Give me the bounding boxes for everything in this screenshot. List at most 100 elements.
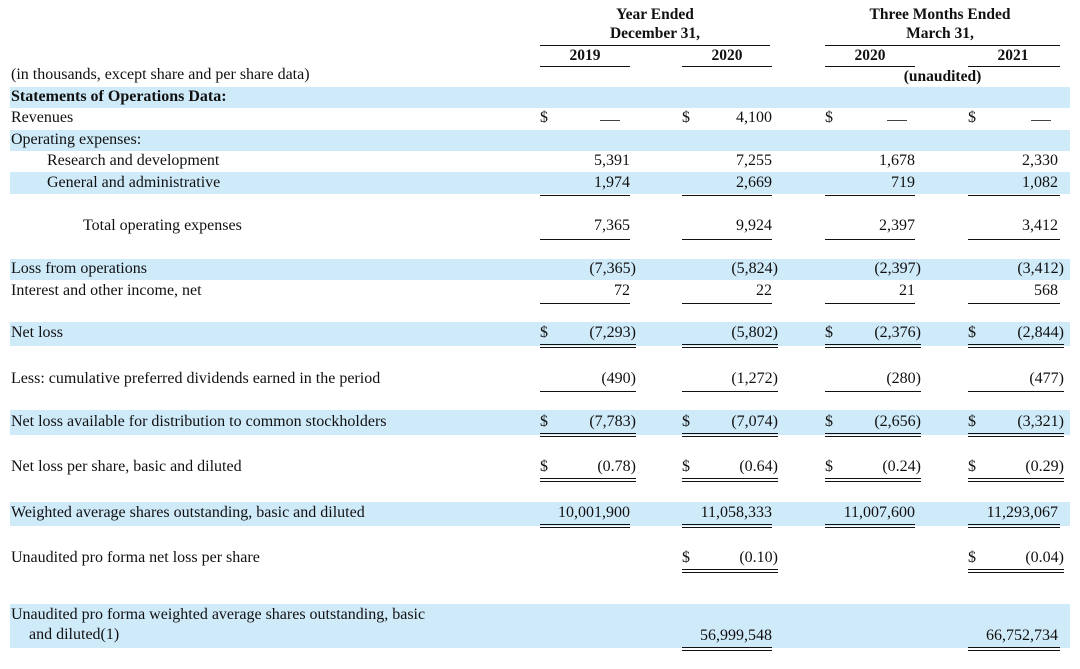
- value-cell: (2,656): [874, 413, 921, 430]
- subtotal-rule: [682, 391, 778, 392]
- subtotal-rule: [540, 303, 630, 304]
- subtotal-rule: [540, 391, 636, 392]
- value-cell: (477): [1029, 370, 1064, 387]
- value-cell: (490): [601, 370, 636, 387]
- total-double-rule: [968, 569, 1064, 573]
- total-double-rule: [968, 433, 1064, 437]
- header-rule: [540, 66, 630, 67]
- subtotal-rule: [825, 195, 915, 196]
- row-label-preferred-dividends: Less: cumulative preferred dividends ear…: [11, 370, 381, 387]
- value-cell: (7,293): [589, 324, 636, 341]
- value-cell: (3,321): [1017, 413, 1064, 430]
- subtotal-rule: [682, 239, 772, 240]
- total-double-rule: [825, 478, 921, 482]
- value-cell: (2,376): [874, 324, 921, 341]
- value-cell: (0.64): [739, 458, 778, 475]
- value-cell: 9,924: [736, 217, 772, 234]
- value-cell: 11,007,600: [843, 504, 915, 521]
- row-label-net-loss-per-share: Net loss per share, basic and diluted: [11, 458, 242, 475]
- value-cell: 2,397: [879, 217, 915, 234]
- subtotal-rule: [682, 195, 772, 196]
- row-label-general-admin: General and administrative: [47, 174, 221, 191]
- total-double-rule: [682, 524, 772, 528]
- value-cell: (1,272): [731, 370, 778, 387]
- nil-dash: [1031, 120, 1051, 121]
- value-cell: 22: [756, 282, 772, 299]
- row-band: [10, 130, 1070, 151]
- value-cell: 4,100: [736, 109, 772, 126]
- total-double-rule: [540, 433, 636, 437]
- column-year: 2021: [997, 47, 1029, 64]
- value-cell: (7,074): [731, 413, 778, 430]
- row-label-net-loss: Net loss: [11, 324, 63, 341]
- row-label-weighted-shares: Weighted average shares outstanding, bas…: [11, 504, 365, 521]
- value-cell: 7,255: [736, 152, 772, 169]
- value-cell: 1,082: [1022, 174, 1058, 191]
- currency-symbol: $: [825, 109, 833, 126]
- total-double-rule: [682, 569, 778, 573]
- value-cell: (2,844): [1017, 324, 1064, 341]
- nil-dash: [600, 120, 620, 121]
- quarter-group-header-line1: Three Months Ended: [869, 6, 1011, 23]
- subtotal-rule: [682, 303, 772, 304]
- column-year: 2020: [711, 47, 743, 64]
- subtotal-rule: [968, 303, 1060, 304]
- total-double-rule: [825, 433, 921, 437]
- value-cell: 1,678: [879, 152, 915, 169]
- row-label-loss-from-operations: Loss from operations: [11, 260, 147, 277]
- value-cell: 1,974: [594, 174, 630, 191]
- total-double-rule: [682, 647, 772, 651]
- subtotal-rule: [825, 239, 915, 240]
- subtotal-rule: [825, 391, 921, 392]
- row-label-pro-forma-shares-cont: and diluted(1): [29, 626, 120, 643]
- nil-dash: [887, 120, 907, 121]
- row-label-research: Research and development: [47, 152, 220, 169]
- value-cell: 10,001,900: [558, 504, 630, 521]
- value-cell: (280): [886, 370, 921, 387]
- total-double-rule: [682, 433, 778, 437]
- section-heading: Statements of Operations Data:: [11, 88, 227, 105]
- total-double-rule: [540, 478, 636, 482]
- subtotal-rule: [540, 239, 630, 240]
- row-label-net-loss-common: Net loss available for distribution to c…: [11, 413, 387, 430]
- row-label-interest-income: Interest and other income, net: [11, 282, 202, 299]
- total-double-rule: [968, 478, 1064, 482]
- value-cell: 719: [891, 174, 915, 191]
- total-double-rule: [968, 344, 1064, 348]
- value-cell: 568: [1034, 282, 1058, 299]
- value-cell: (0.24): [882, 458, 921, 475]
- total-double-rule: [968, 647, 1060, 651]
- value-cell: 11,058,333: [700, 504, 772, 521]
- value-cell: 3,412: [1022, 217, 1058, 234]
- total-double-rule: [540, 344, 636, 348]
- value-cell: 56,999,548: [700, 627, 772, 644]
- value-cell: 66,752,734: [986, 627, 1058, 644]
- total-double-rule: [540, 524, 630, 528]
- row-label-pro-forma-shares: Unaudited pro forma weighted average sha…: [11, 606, 426, 623]
- value-cell: (0.10): [739, 549, 778, 566]
- total-double-rule: [825, 344, 921, 348]
- subtotal-rule: [968, 239, 1060, 240]
- header-rule: [682, 66, 772, 67]
- value-cell: 2,669: [736, 174, 772, 191]
- units-note: (in thousands, except share and per shar…: [11, 66, 310, 83]
- value-cell: 5,391: [594, 152, 630, 169]
- subtotal-rule: [825, 303, 915, 304]
- value-cell: (5,802): [731, 324, 778, 341]
- total-double-rule: [825, 524, 915, 528]
- quarter-group-header-line2: March 31,: [906, 25, 974, 42]
- value-cell: (0.78): [597, 458, 636, 475]
- column-year: 2020: [854, 47, 886, 64]
- subtotal-rule: [540, 195, 630, 196]
- value-cell: (0.04): [1025, 549, 1064, 566]
- row-label-total-opex: Total operating expenses: [83, 217, 242, 234]
- total-double-rule: [682, 478, 778, 482]
- value-cell: (5,824): [731, 260, 778, 277]
- total-double-rule: [968, 524, 1060, 528]
- total-double-rule: [682, 344, 778, 348]
- value-cell: 72: [614, 282, 630, 299]
- value-cell: (2,397): [874, 260, 921, 277]
- row-label-pro-forma-loss: Unaudited pro forma net loss per share: [11, 549, 260, 566]
- year-group-header-line2: December 31,: [609, 25, 701, 42]
- column-year: 2019: [569, 47, 601, 64]
